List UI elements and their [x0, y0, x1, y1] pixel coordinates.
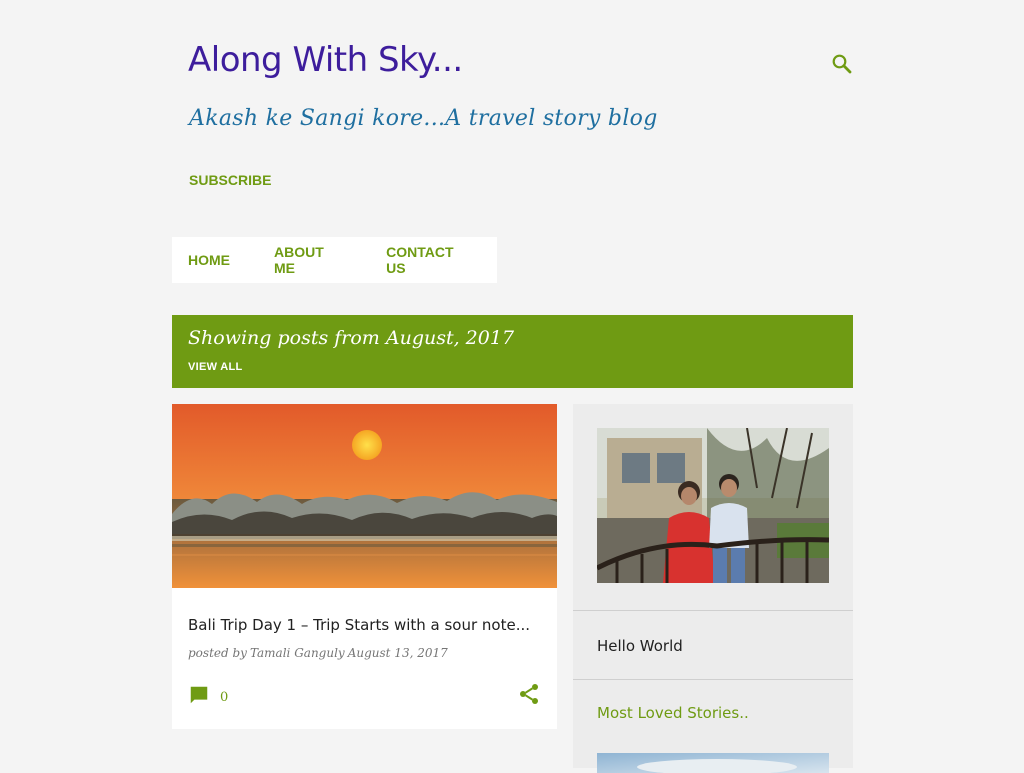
post-card: Bali Trip Day 1 – Trip Starts with a sou… [172, 404, 557, 729]
subscribe-button[interactable]: SUBSCRIBE [189, 172, 271, 188]
view-all-link[interactable]: VIEW ALL [188, 361, 243, 373]
post-title[interactable]: Bali Trip Day 1 – Trip Starts with a sou… [188, 616, 538, 634]
post-author[interactable]: Tamali Ganguly [250, 646, 345, 660]
blog-title[interactable]: Along With Sky... [188, 40, 463, 80]
sidebar: Hello World Most Loved Stories.. [573, 404, 853, 773]
nav-item-home[interactable]: HOME [188, 252, 230, 268]
sidebar-divider [573, 679, 853, 680]
archive-title: Showing posts from August, 2017 [188, 327, 515, 349]
posted-by-label: posted by [188, 646, 247, 660]
nav-item-about-me[interactable]: ABOUT ME [274, 244, 342, 276]
nav-item-contact-us[interactable]: CONTACT US [386, 244, 469, 276]
comment-icon [190, 686, 208, 704]
comment-count: 0 [220, 689, 229, 705]
search-icon[interactable] [830, 52, 854, 76]
share-icon[interactable] [517, 682, 541, 706]
archive-header: Showing posts from August, 2017 VIEW ALL [172, 315, 853, 388]
post-date[interactable]: August 13, 2017 [348, 646, 448, 660]
post-thumbnail[interactable] [172, 404, 557, 588]
main-nav: HOME ABOUT ME CONTACT US [172, 237, 497, 283]
popular-posts-title: Most Loved Stories.. [597, 704, 749, 722]
blog-description: Akash ke Sangi kore...A travel story blo… [189, 106, 658, 131]
comment-button[interactable]: 0 [188, 682, 238, 708]
profile-name[interactable]: Hello World [597, 637, 683, 655]
post-meta: posted by Tamali Ganguly August 13, 2017 [188, 646, 451, 660]
sidebar-divider [573, 610, 853, 611]
popular-post-thumbnail[interactable] [597, 753, 829, 773]
profile-photo[interactable] [597, 428, 829, 583]
